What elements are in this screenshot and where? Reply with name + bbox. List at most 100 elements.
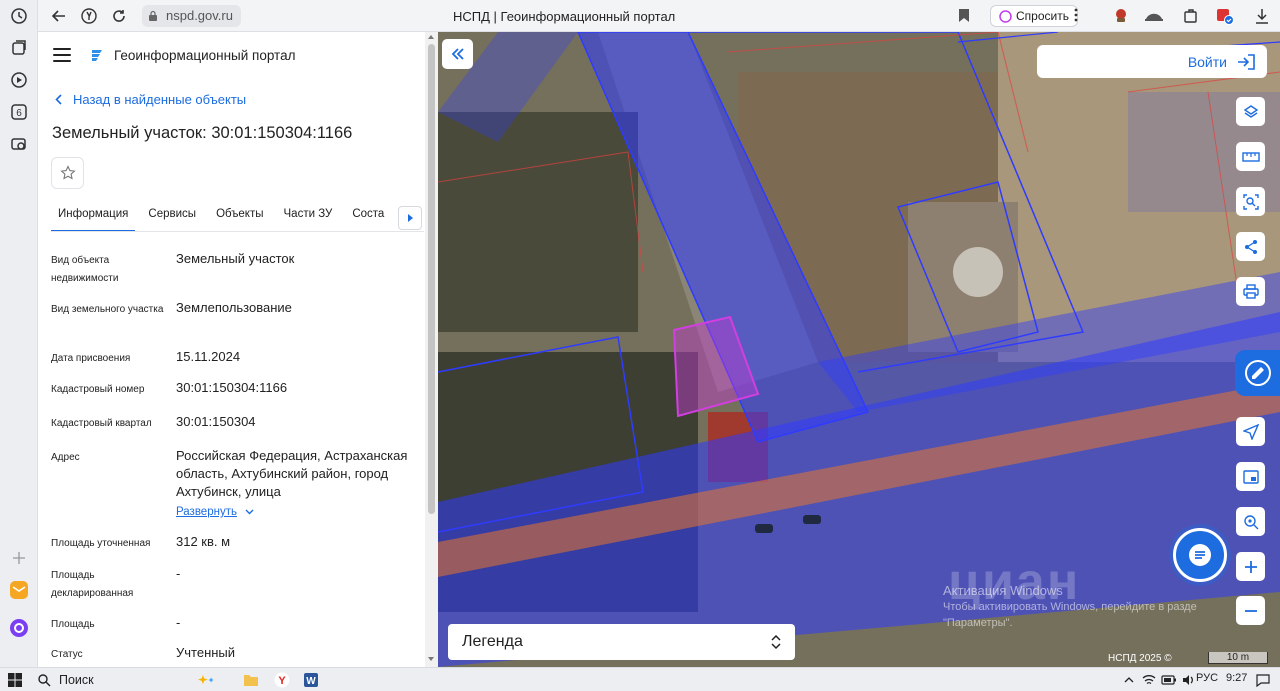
print-icon xyxy=(1242,283,1259,299)
reload-icon[interactable] xyxy=(104,0,134,32)
extension-badge-icon[interactable] xyxy=(1216,7,1234,25)
share-icon xyxy=(1244,239,1257,254)
add-icon[interactable] xyxy=(9,548,29,568)
mail-app-icon[interactable] xyxy=(9,580,29,600)
menu-icon[interactable] xyxy=(53,48,71,62)
bookmark-icon[interactable] xyxy=(958,8,970,28)
video-icon[interactable] xyxy=(9,70,29,90)
word-icon[interactable]: W xyxy=(302,671,320,689)
map-copyright: НСПД 2025 © xyxy=(1108,653,1172,664)
updown-chevron-icon xyxy=(771,634,781,650)
navigation-arrow-icon xyxy=(1242,423,1259,440)
download-icon[interactable] xyxy=(1253,7,1271,25)
back-icon[interactable] xyxy=(44,0,74,32)
zoom-to-object-button[interactable] xyxy=(1236,507,1265,536)
favorite-button[interactable] xyxy=(51,157,84,189)
map-canvas[interactable] xyxy=(438,32,1280,667)
layers-button[interactable] xyxy=(1236,97,1265,126)
info-tabs: Информация Сервисы Объекты Части ЗУ Сост… xyxy=(51,200,424,232)
share-button[interactable] xyxy=(1236,232,1265,261)
map-scale-bar: 10 m xyxy=(1208,652,1268,664)
prop-label: Дата присвоения xyxy=(51,353,131,364)
prop-value: Российская Федерация, Астраханская облас… xyxy=(176,448,408,499)
svg-text:W: W xyxy=(306,676,316,687)
search-icon xyxy=(38,673,51,686)
lock-icon xyxy=(146,9,160,23)
collapse-panel-button[interactable] xyxy=(442,39,473,69)
alice-icon[interactable] xyxy=(9,618,29,638)
legend-select[interactable]: Легенда xyxy=(448,624,795,660)
extension-puzzle-icon[interactable] xyxy=(1182,7,1200,25)
scroll-up-arrow-icon[interactable] xyxy=(428,35,434,39)
ask-button[interactable]: Спросить xyxy=(990,5,1078,27)
expand-label: Развернуть xyxy=(176,506,237,518)
legend-label: Легенда xyxy=(462,633,523,650)
screen: 6 nspd.gov.ru НСПД | Геоинформационный п… xyxy=(0,0,1280,691)
area-search-button[interactable] xyxy=(1236,187,1265,216)
portal-logo-icon xyxy=(92,50,102,61)
prop-value: 312 кв. м xyxy=(176,534,231,549)
url-text: nspd.gov.ru xyxy=(166,8,233,23)
minimap-button[interactable] xyxy=(1236,462,1265,491)
tab-services[interactable]: Сервисы xyxy=(141,200,209,231)
locate-button[interactable] xyxy=(1236,417,1265,446)
wifi-icon[interactable] xyxy=(1140,671,1158,689)
target-search-icon xyxy=(1243,514,1258,529)
ruler-button[interactable] xyxy=(1236,142,1265,171)
battery-icon[interactable] xyxy=(1160,671,1178,689)
tab-parts[interactable]: Части ЗУ xyxy=(277,200,346,231)
notifications-icon[interactable] xyxy=(1254,671,1272,689)
address-bar[interactable]: nspd.gov.ru xyxy=(142,4,241,27)
watermark-line2: "Параметры". xyxy=(943,617,1013,629)
collections-icon[interactable] xyxy=(9,38,29,58)
tab-objects[interactable]: Объекты xyxy=(209,200,276,231)
tab-composition[interactable]: Соста xyxy=(345,200,397,231)
language-indicator[interactable]: РУС xyxy=(1196,672,1218,684)
login-label: Войти xyxy=(1187,53,1227,70)
extension-shield-icon[interactable] xyxy=(1112,7,1130,25)
prop-label: Кадастровый квартал xyxy=(51,418,152,429)
extension-hat-icon[interactable] xyxy=(1145,7,1163,25)
object-title: Земельный участок: 30:01:150304:1166 xyxy=(52,124,353,142)
screenshot-icon[interactable] xyxy=(9,134,29,154)
scrollbar-thumb[interactable] xyxy=(428,44,435,514)
prop-value: Землепользование xyxy=(176,300,292,315)
panel-scrollbar[interactable] xyxy=(425,32,438,667)
tabs-count-icon[interactable]: 6 xyxy=(9,102,29,122)
expand-address-link[interactable]: Развернуть xyxy=(176,503,421,521)
more-icon[interactable] xyxy=(1074,8,1078,27)
layers-icon xyxy=(1243,104,1258,118)
ruler-icon xyxy=(1241,151,1260,162)
zoom-out-button[interactable] xyxy=(1236,596,1265,625)
caret-right-icon xyxy=(408,214,413,222)
feedback-tab-button[interactable] xyxy=(1235,350,1280,396)
history-icon[interactable] xyxy=(9,6,29,26)
print-button[interactable] xyxy=(1236,277,1265,306)
browser-toolbar: nspd.gov.ru НСПД | Геоинформационный пор… xyxy=(38,0,1280,32)
file-explorer-icon[interactable] xyxy=(242,671,260,689)
ask-label: Спросить xyxy=(1016,9,1069,23)
page-tab-title: НСПД | Геоинформационный портал xyxy=(453,9,676,24)
prop-label: Адрес xyxy=(51,452,80,463)
login-icon xyxy=(1238,53,1255,70)
object-info-panel: Геоинформационный портал Назад в найденн… xyxy=(39,32,438,667)
map-view[interactable]: циан Войти Легенда Активация Windows Что… xyxy=(438,32,1280,667)
sparkle-icon[interactable] xyxy=(198,671,216,689)
prop-label: Статус xyxy=(51,649,83,660)
chat-button[interactable] xyxy=(1173,528,1227,582)
yandex-browser-icon[interactable]: Y xyxy=(273,671,291,689)
tab-info[interactable]: Информация xyxy=(51,200,141,231)
tabs-scroll-right-button[interactable] xyxy=(398,206,422,230)
windows-start-icon[interactable] xyxy=(6,671,24,689)
tray-up-arrow-icon[interactable] xyxy=(1120,671,1138,689)
prop-value: - xyxy=(176,615,181,630)
yandex-icon[interactable] xyxy=(74,0,104,32)
login-button[interactable]: Войти xyxy=(1037,45,1267,78)
clock[interactable]: 9:27 xyxy=(1226,672,1247,684)
os-taskbar: Поиск Y W РУС 9:27 xyxy=(0,667,1280,691)
back-label: Назад в найденные объекты xyxy=(73,92,247,107)
scroll-down-arrow-icon[interactable] xyxy=(428,657,434,661)
back-to-results-link[interactable]: Назад в найденные объекты xyxy=(55,92,246,107)
zoom-in-button[interactable] xyxy=(1236,552,1265,581)
prop-label: Вид объекта недвижимости xyxy=(51,255,119,284)
